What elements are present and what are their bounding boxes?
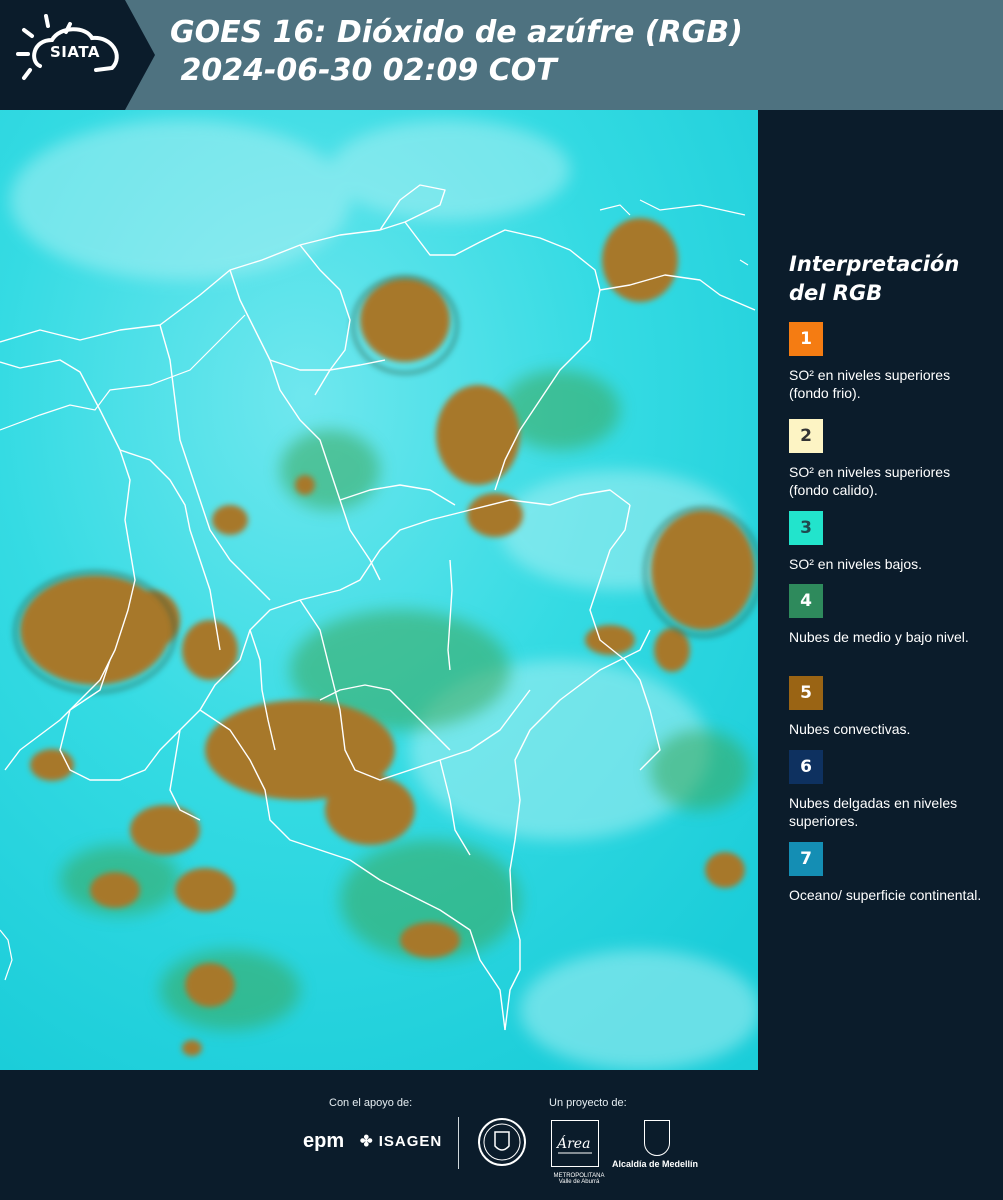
map-edge-strip [758,110,776,1070]
rgb-composite-image [0,110,758,1070]
legend-item-7: 7 Oceano/ superficie continental. [789,842,989,904]
page-title: GOES 16: Dióxido de azúfre (RGB) 2024-06… [170,14,743,90]
area-script-text: Área [555,1134,590,1152]
legend-label-6: Nubes delgadas en niveles superiores. [789,795,958,829]
seal-shield-icon [483,1123,521,1161]
area-script-icon: Área [555,1134,592,1154]
alcaldia-text: Alcaldía de Medellín [612,1159,699,1169]
legend-swatch-5: 5 [789,676,823,710]
legend-item-1: 1 SO² en niveles superiores (fondo frio)… [789,322,989,402]
legend-swatch-2: 2 [789,419,823,453]
legend-item-3: 3 SO² en niveles bajos. [789,511,989,573]
title-line-2: 2024-06-30 02:09 COT [170,53,557,88]
legend-swatch-3: 3 [789,511,823,545]
legend-item-6: 6 Nubes delgadas en niveles superiores. [789,750,989,830]
logo-text: SIATA [50,43,101,61]
isagen-logo-text: ISAGEN [378,1133,443,1150]
siata-logo[interactable]: SIATA [0,0,155,110]
area-metropolitana-text: METROPOLITANA Valle de Aburrá [553,1173,605,1185]
footer-divider [458,1117,459,1169]
legend-item-4: 4 Nubes de medio y bajo nivel. [789,584,989,646]
legend-swatch-4: 4 [789,584,823,618]
isagen-logo[interactable]: ✤ ISAGEN [360,1132,442,1150]
legend-title: Interpretación del RGB [789,250,989,308]
isagen-star-icon: ✤ [360,1133,374,1150]
legend-title-line-1: Interpretación [789,252,960,276]
medellin-seal-icon[interactable] [478,1118,526,1166]
legend-swatch-6: 6 [789,750,823,784]
legend-label-2: SO² en niveles superiores (fondo calido)… [789,464,951,498]
support-label: Con el apoyo de: [329,1097,413,1109]
legend-label-3: SO² en niveles bajos. [789,556,923,572]
legend-label-4: Nubes de medio y bajo nivel. [789,629,969,645]
legend-item-2: 2 SO² en niveles superiores (fondo calid… [789,419,989,499]
alcaldia-shield-icon[interactable] [644,1120,670,1156]
area-metropolitana-logo[interactable]: Área [551,1120,599,1167]
legend-item-5: 5 Nubes convectivas. [789,676,989,738]
legend-swatch-7: 7 [789,842,823,876]
satellite-map[interactable] [0,110,758,1070]
project-label: Un proyecto de: [549,1097,627,1109]
legend-swatch-1: 1 [789,322,823,356]
title-line-1: GOES 16: Dióxido de azúfre (RGB) [170,15,743,50]
legend-title-line-2: del RGB [789,281,883,305]
legend-label-7: Oceano/ superficie continental. [789,887,982,903]
footer: Con el apoyo de: Un proyecto de: epm ✤ I… [0,1070,1003,1200]
legend-label-5: Nubes convectivas. [789,721,911,737]
header-bar: SIATA GOES 16: Dióxido de azúfre (RGB) 2… [0,0,1003,110]
epm-logo[interactable]: epm [303,1130,344,1153]
legend-label-1: SO² en niveles superiores (fondo frio). [789,367,951,401]
